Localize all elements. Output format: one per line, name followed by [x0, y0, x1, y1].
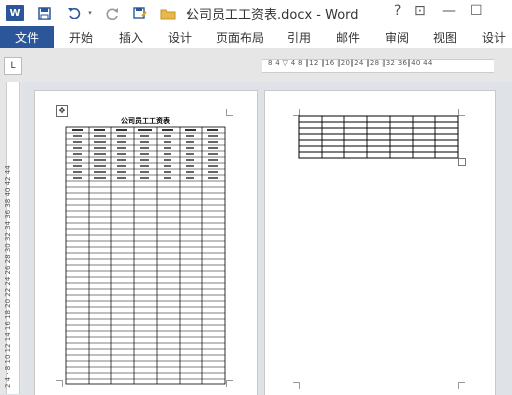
- page-2[interactable]: [264, 90, 496, 395]
- tab-selector[interactable]: L: [4, 57, 22, 75]
- help-button[interactable]: ?: [394, 3, 401, 19]
- undo-dropdown-icon[interactable]: ▾: [86, 0, 94, 26]
- vertical-ruler-scale: 2 4 · 8 10 12 14 16 18 20 22 24 26 28 30…: [4, 165, 12, 388]
- table-resize-handle[interactable]: [458, 158, 466, 166]
- horizontal-ruler: L 8 4 ▽ 4 8 ‖12 ‖16 ‖20‖24 ‖28 ‖32 36‖40…: [0, 48, 512, 82]
- tab-file[interactable]: 文件: [0, 26, 54, 48]
- crop-mark: [458, 382, 465, 389]
- tab-table-design[interactable]: 设计: [482, 29, 506, 46]
- crop-mark: [226, 109, 233, 116]
- document-heading: 公司员工工资表: [121, 117, 170, 125]
- ribbon-tabs: 文件 开始 插入 设计 页面布局 引用 邮件 审阅 视图 设计: [0, 26, 512, 49]
- tab-references[interactable]: 引用: [287, 29, 311, 46]
- tab-design[interactable]: 设计: [168, 29, 192, 46]
- crop-mark: [293, 382, 300, 389]
- tab-home[interactable]: 开始: [69, 29, 93, 46]
- tab-insert[interactable]: 插入: [119, 29, 143, 46]
- page-1[interactable]: [34, 90, 258, 395]
- crop-mark: [56, 380, 63, 387]
- title-bar: W ▾ ▾ 公司员工工资表.docx - Word ? ⊡ — ☐: [0, 0, 512, 26]
- window-title: 公司员工工资表.docx - Word: [186, 8, 359, 23]
- ribbon-display-options-button[interactable]: ⊡: [414, 3, 426, 19]
- tab-review[interactable]: 审阅: [385, 29, 409, 46]
- crop-mark: [458, 109, 465, 116]
- word-app-icon[interactable]: W: [0, 0, 24, 26]
- crop-mark: [226, 380, 233, 387]
- vertical-ruler: 2 4 · 8 10 12 14 16 18 20 22 24 26 28 30…: [0, 82, 22, 394]
- crop-mark: [293, 109, 300, 116]
- undo-icon[interactable]: [62, 0, 86, 26]
- ruler-scale: 8 4 ▽ 4 8 ‖12 ‖16 ‖20‖24 ‖28 ‖32 36‖40 4…: [268, 59, 433, 67]
- save-icon[interactable]: [32, 0, 56, 26]
- tab-page-layout[interactable]: 页面布局: [216, 29, 264, 46]
- save-as-icon[interactable]: [128, 0, 152, 26]
- open-folder-icon[interactable]: [156, 0, 180, 26]
- minimize-button[interactable]: —: [442, 3, 456, 19]
- maximize-button[interactable]: ☐: [470, 3, 483, 19]
- redo-icon[interactable]: [100, 0, 124, 26]
- tab-mailings[interactable]: 邮件: [336, 29, 360, 46]
- tab-view[interactable]: 视图: [433, 29, 457, 46]
